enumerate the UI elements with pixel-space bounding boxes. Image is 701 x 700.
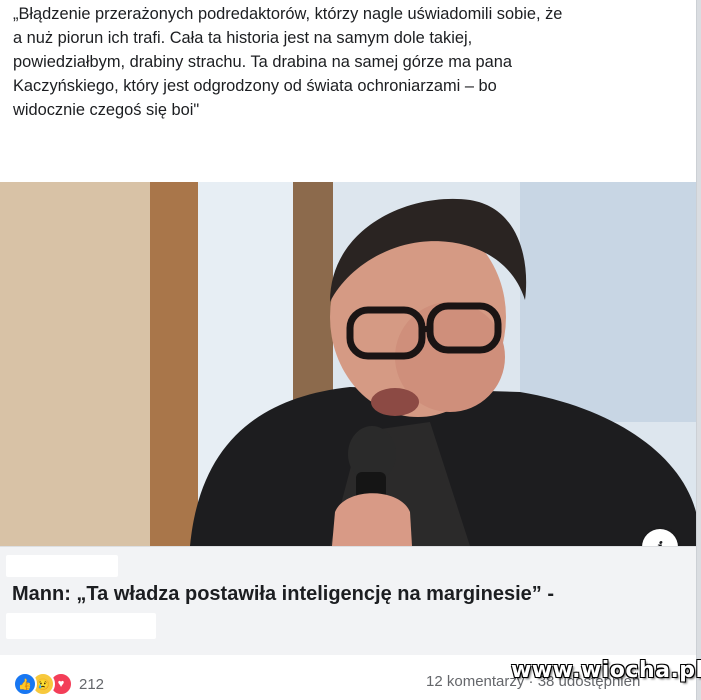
link-preview-photo[interactable]	[0, 182, 696, 546]
site-watermark: www.wiocha.pl	[511, 658, 701, 683]
like-icon: 👍	[13, 672, 37, 696]
reactions-summary[interactable]: 👍 😢 ♥ 212	[13, 672, 104, 696]
redacted-domain	[6, 555, 118, 577]
link-preview-box[interactable]: Mann: „Ta władza postawiła inteligencję …	[0, 546, 696, 656]
link-title[interactable]: Mann: „Ta władza postawiła inteligencję …	[12, 583, 554, 606]
photo-illustration	[0, 182, 696, 546]
facebook-post-card: „Błądzenie przerażonych podredaktorów, k…	[0, 0, 697, 700]
redacted-title-suffix	[6, 613, 156, 639]
post-text: „Błądzenie przerażonych podredaktorów, k…	[13, 5, 563, 119]
reaction-count[interactable]: 212	[79, 676, 104, 693]
